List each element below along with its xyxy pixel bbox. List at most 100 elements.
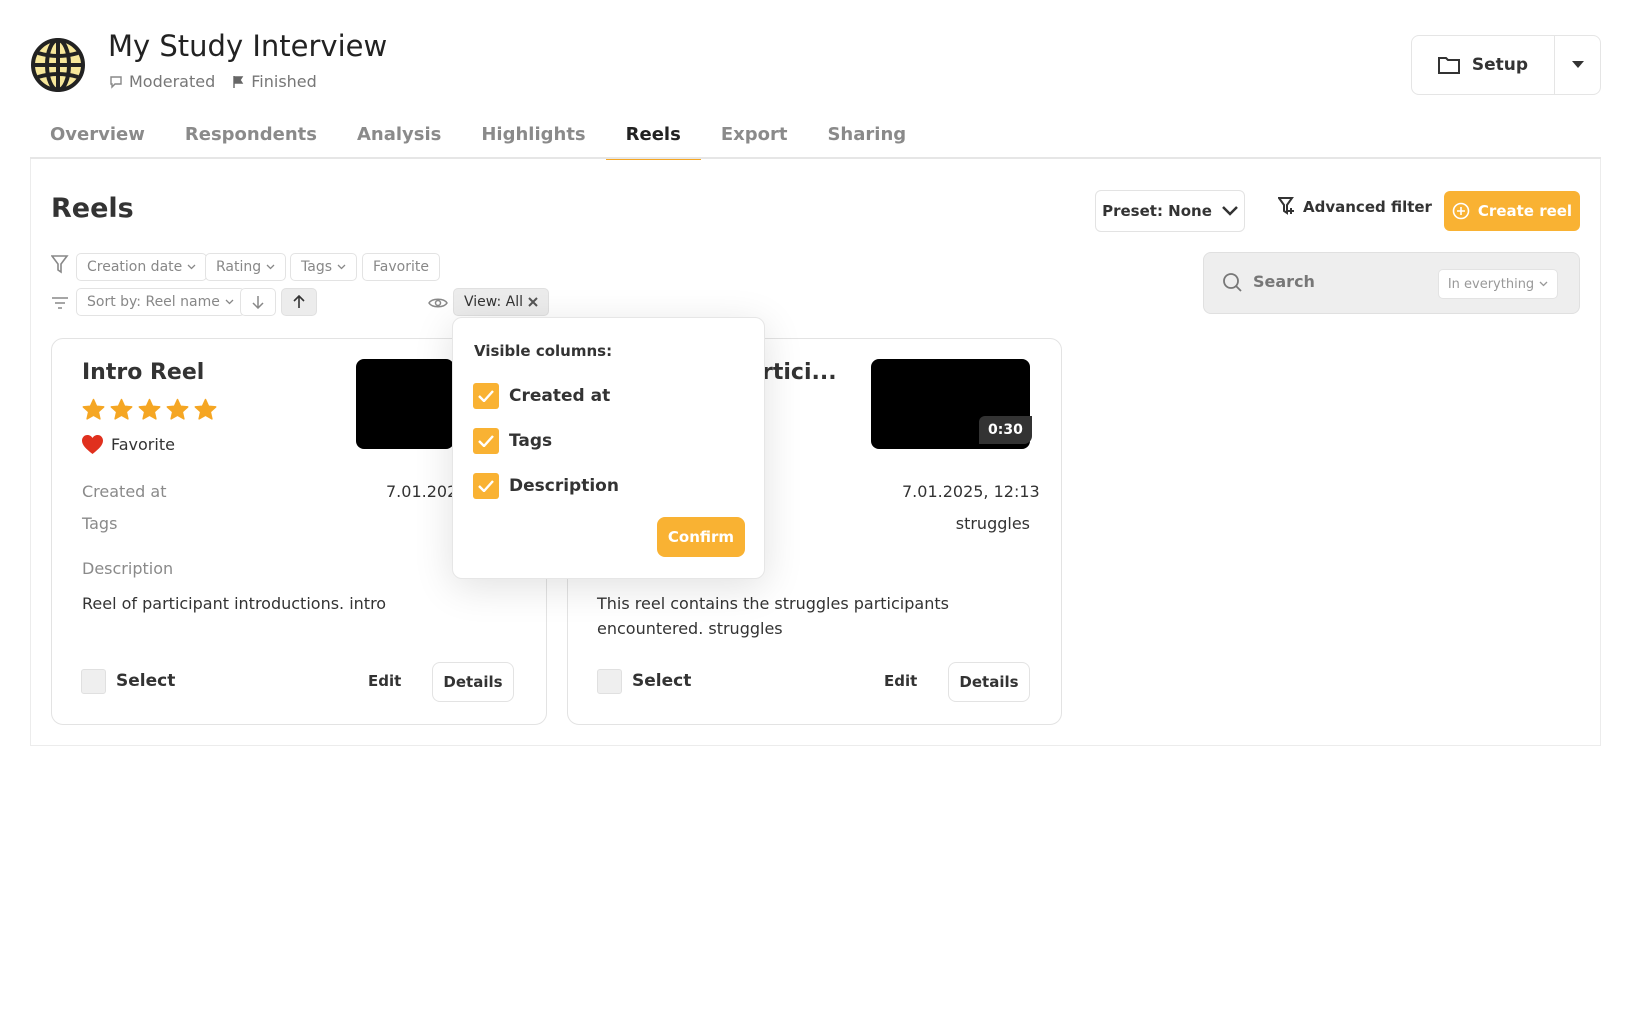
caret-down-icon <box>1571 61 1584 68</box>
edit-button[interactable]: Edit <box>884 672 917 690</box>
eye-icon <box>428 295 448 314</box>
search-icon <box>1222 272 1242 296</box>
filter-rating-label: Rating <box>216 259 262 275</box>
page-title: My Study Interview <box>108 29 388 63</box>
checkbox-checked[interactable] <box>473 473 499 499</box>
heart-icon <box>82 434 103 455</box>
setup-dropdown-button[interactable] <box>1555 36 1600 94</box>
column-option-label: Tags <box>509 431 553 451</box>
search-placeholder: Search <box>1253 272 1315 291</box>
chat-icon <box>110 75 122 89</box>
confirm-button[interactable]: Confirm <box>657 517 745 557</box>
search-scope-dropdown[interactable]: In everything <box>1438 269 1558 299</box>
description-text: This reel contains the struggles partici… <box>597 594 949 638</box>
star-icon[interactable] <box>81 398 106 422</box>
details-button[interactable]: Details <box>948 662 1030 702</box>
folder-icon <box>1437 57 1460 74</box>
star-icon[interactable] <box>137 398 162 422</box>
chevron-down-icon <box>337 264 346 270</box>
column-option-created-at[interactable]: Created at <box>473 383 610 409</box>
tab-overview[interactable]: Overview <box>30 118 165 160</box>
select-label: Select <box>116 671 176 691</box>
column-option-tags[interactable]: Tags <box>473 428 552 454</box>
favorite-toggle[interactable]: Favorite <box>81 434 175 455</box>
filter-icon <box>50 255 69 279</box>
select-checkbox[interactable] <box>597 669 622 694</box>
sort-ascending-button[interactable] <box>281 288 317 316</box>
setup-label: Setup <box>1471 55 1529 75</box>
check-icon <box>478 480 494 492</box>
star-icon[interactable] <box>165 398 190 422</box>
preset-dropdown[interactable]: Preset: None <box>1095 190 1245 232</box>
sort-label: Sort by: Reel name <box>87 294 220 310</box>
description-text: Reel of participant introductions. intro <box>82 594 387 613</box>
tab-analysis[interactable]: Analysis <box>337 118 461 160</box>
tab-respondents[interactable]: Respondents <box>165 118 337 160</box>
tags-label: Tags <box>82 514 118 533</box>
view-label: View: All <box>464 294 523 310</box>
details-button[interactable]: Details <box>432 662 514 702</box>
preset-label: Preset: None <box>1102 202 1212 220</box>
search-scope-label: In everything <box>1447 276 1535 292</box>
sort-descending-button[interactable] <box>240 288 276 316</box>
checkbox-checked[interactable] <box>473 428 499 454</box>
study-meta: Moderated Finished <box>109 72 317 91</box>
arrow-up-icon <box>293 295 305 308</box>
chevron-down-icon <box>225 299 234 305</box>
tab-bar: Overview Respondents Analysis Highlights… <box>30 118 926 160</box>
view-columns-chip[interactable]: View: All <box>453 288 549 316</box>
study-status-label: Finished <box>251 72 317 91</box>
column-option-description[interactable]: Description <box>473 473 619 499</box>
sort-dropdown[interactable]: Sort by: Reel name <box>76 288 245 316</box>
setup-button[interactable]: Setup <box>1412 36 1555 94</box>
study-status: Finished <box>231 72 317 91</box>
filter-tags-label: Tags <box>301 259 332 275</box>
tab-export[interactable]: Export <box>701 118 808 160</box>
tab-highlights[interactable]: Highlights <box>461 118 605 160</box>
description-label: Description <box>82 559 174 578</box>
select-label: Select <box>632 671 692 691</box>
created-at-value: 7.01.202 <box>386 482 458 501</box>
setup-button-group: Setup <box>1411 35 1601 95</box>
sort-icon <box>51 295 69 314</box>
star-icon[interactable] <box>193 398 218 422</box>
study-type-label: Moderated <box>129 72 216 91</box>
filter-rating[interactable]: Rating <box>205 253 287 281</box>
create-reel-button[interactable]: Create reel <box>1444 191 1580 231</box>
star-rating[interactable] <box>81 398 218 422</box>
created-at-value: 7.01.2025, 12:13 <box>902 482 1040 501</box>
filter-favorite-label: Favorite <box>373 259 429 275</box>
section-title: Reels <box>51 193 134 224</box>
column-option-label: Created at <box>509 386 611 406</box>
filter-creation-date[interactable]: Creation date <box>76 253 208 281</box>
popover-title: Visible columns: <box>474 342 613 360</box>
globe-icon <box>30 37 86 93</box>
created-at-label: Created at <box>82 482 167 501</box>
advanced-filter-label: Advanced filter <box>1303 198 1432 216</box>
advanced-filter-button[interactable]: Advanced filter <box>1278 197 1432 217</box>
check-icon <box>478 390 494 402</box>
tab-sharing[interactable]: Sharing <box>807 118 926 160</box>
arrow-down-icon <box>252 296 264 309</box>
column-option-label: Description <box>509 476 619 496</box>
reel-video-thumbnail[interactable] <box>356 359 454 449</box>
select-checkbox[interactable] <box>81 669 106 694</box>
filter-creation-date-label: Creation date <box>87 259 183 275</box>
chevron-down-icon <box>1222 206 1238 216</box>
tags-value: struggles <box>955 514 1030 533</box>
star-icon[interactable] <box>109 398 134 422</box>
filter-tags[interactable]: Tags <box>290 253 357 281</box>
chevron-down-icon <box>1539 281 1548 287</box>
plus-circle-icon <box>1452 202 1470 220</box>
visible-columns-popover: Visible columns: Created at Tags Descrip… <box>452 317 765 579</box>
favorite-label: Favorite <box>111 435 175 454</box>
filter-favorite[interactable]: Favorite <box>362 253 440 281</box>
close-icon[interactable] <box>528 297 538 307</box>
check-icon <box>478 435 494 447</box>
filter-plus-icon <box>1278 197 1294 215</box>
edit-button[interactable]: Edit <box>368 672 401 690</box>
checkbox-checked[interactable] <box>473 383 499 409</box>
flag-icon <box>233 75 244 88</box>
tab-reels[interactable]: Reels <box>605 118 701 160</box>
reel-title: Intro Reel <box>82 360 205 385</box>
